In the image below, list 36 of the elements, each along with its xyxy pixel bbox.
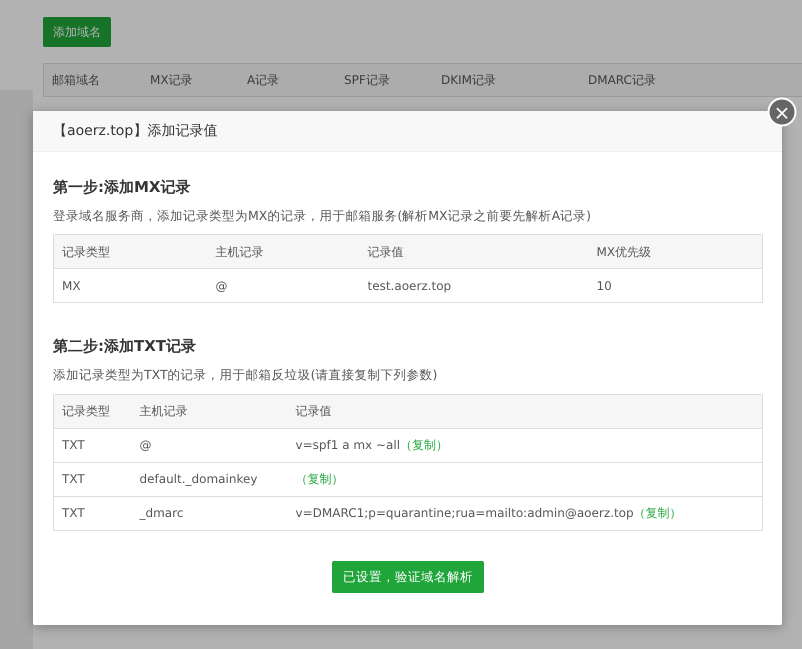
- step-description: 添加记录类型为TXT的记录，用于邮箱反垃圾(请直接复制下列参数): [53, 366, 438, 384]
- copy-link[interactable]: （复制）: [634, 506, 682, 520]
- step-description: 登录域名服务商，添加记录类型为MX的记录，用于邮箱服务(解析MX记录之前要先解析A记录): [53, 206, 592, 224]
- column-header: DKIM记录: [440, 72, 498, 89]
- dialog-title: 【aoerz.top】添加记录值: [53, 122, 218, 140]
- add-domain-button[interactable]: 添加域名: [43, 17, 111, 47]
- verify-button[interactable]: 已设置，验证域名解析: [332, 560, 484, 594]
- table-cell: _dmarc: [132, 496, 288, 530]
- copy-link[interactable]: （复制）: [296, 472, 344, 486]
- table-cell: @: [132, 428, 288, 462]
- table-cell: TXT: [54, 462, 132, 496]
- column-header: DMARC记录: [587, 72, 657, 89]
- close-button[interactable]: ×: [768, 98, 796, 126]
- record-value: v=spf1 a mx ~all: [296, 438, 400, 452]
- column-header: 主机记录: [208, 234, 360, 269]
- column-header: MX记录: [149, 72, 194, 89]
- column-header: 记录值: [360, 234, 588, 269]
- column-header: 邮箱域名: [51, 72, 101, 89]
- column-header: 记录类型: [54, 394, 132, 428]
- record-value: v=DMARC1;p=quarantine;rua=mailto:admin@aoerz.top: [296, 506, 634, 520]
- table-cell: 10: [588, 268, 762, 303]
- copy-link[interactable]: （复制）: [400, 438, 448, 452]
- table-cell: MX: [54, 268, 208, 303]
- table-cell: @: [208, 268, 360, 303]
- step-heading: 第二步:添加TXT记录: [53, 336, 198, 358]
- table-cell: test.aoerz.top: [360, 268, 588, 303]
- column-header: 记录值: [288, 394, 762, 428]
- column-header: MX优先级: [588, 234, 762, 269]
- table-cell: default._domainkey: [132, 462, 288, 496]
- column-header: 记录类型: [54, 234, 208, 269]
- table-cell: TXT: [54, 428, 132, 462]
- column-header: A记录: [246, 72, 280, 89]
- column-header: 主机记录: [132, 394, 288, 428]
- step-heading: 第一步:添加MX记录: [53, 177, 192, 198]
- table-cell: TXT: [54, 496, 132, 530]
- column-header: SPF记录: [343, 72, 391, 89]
